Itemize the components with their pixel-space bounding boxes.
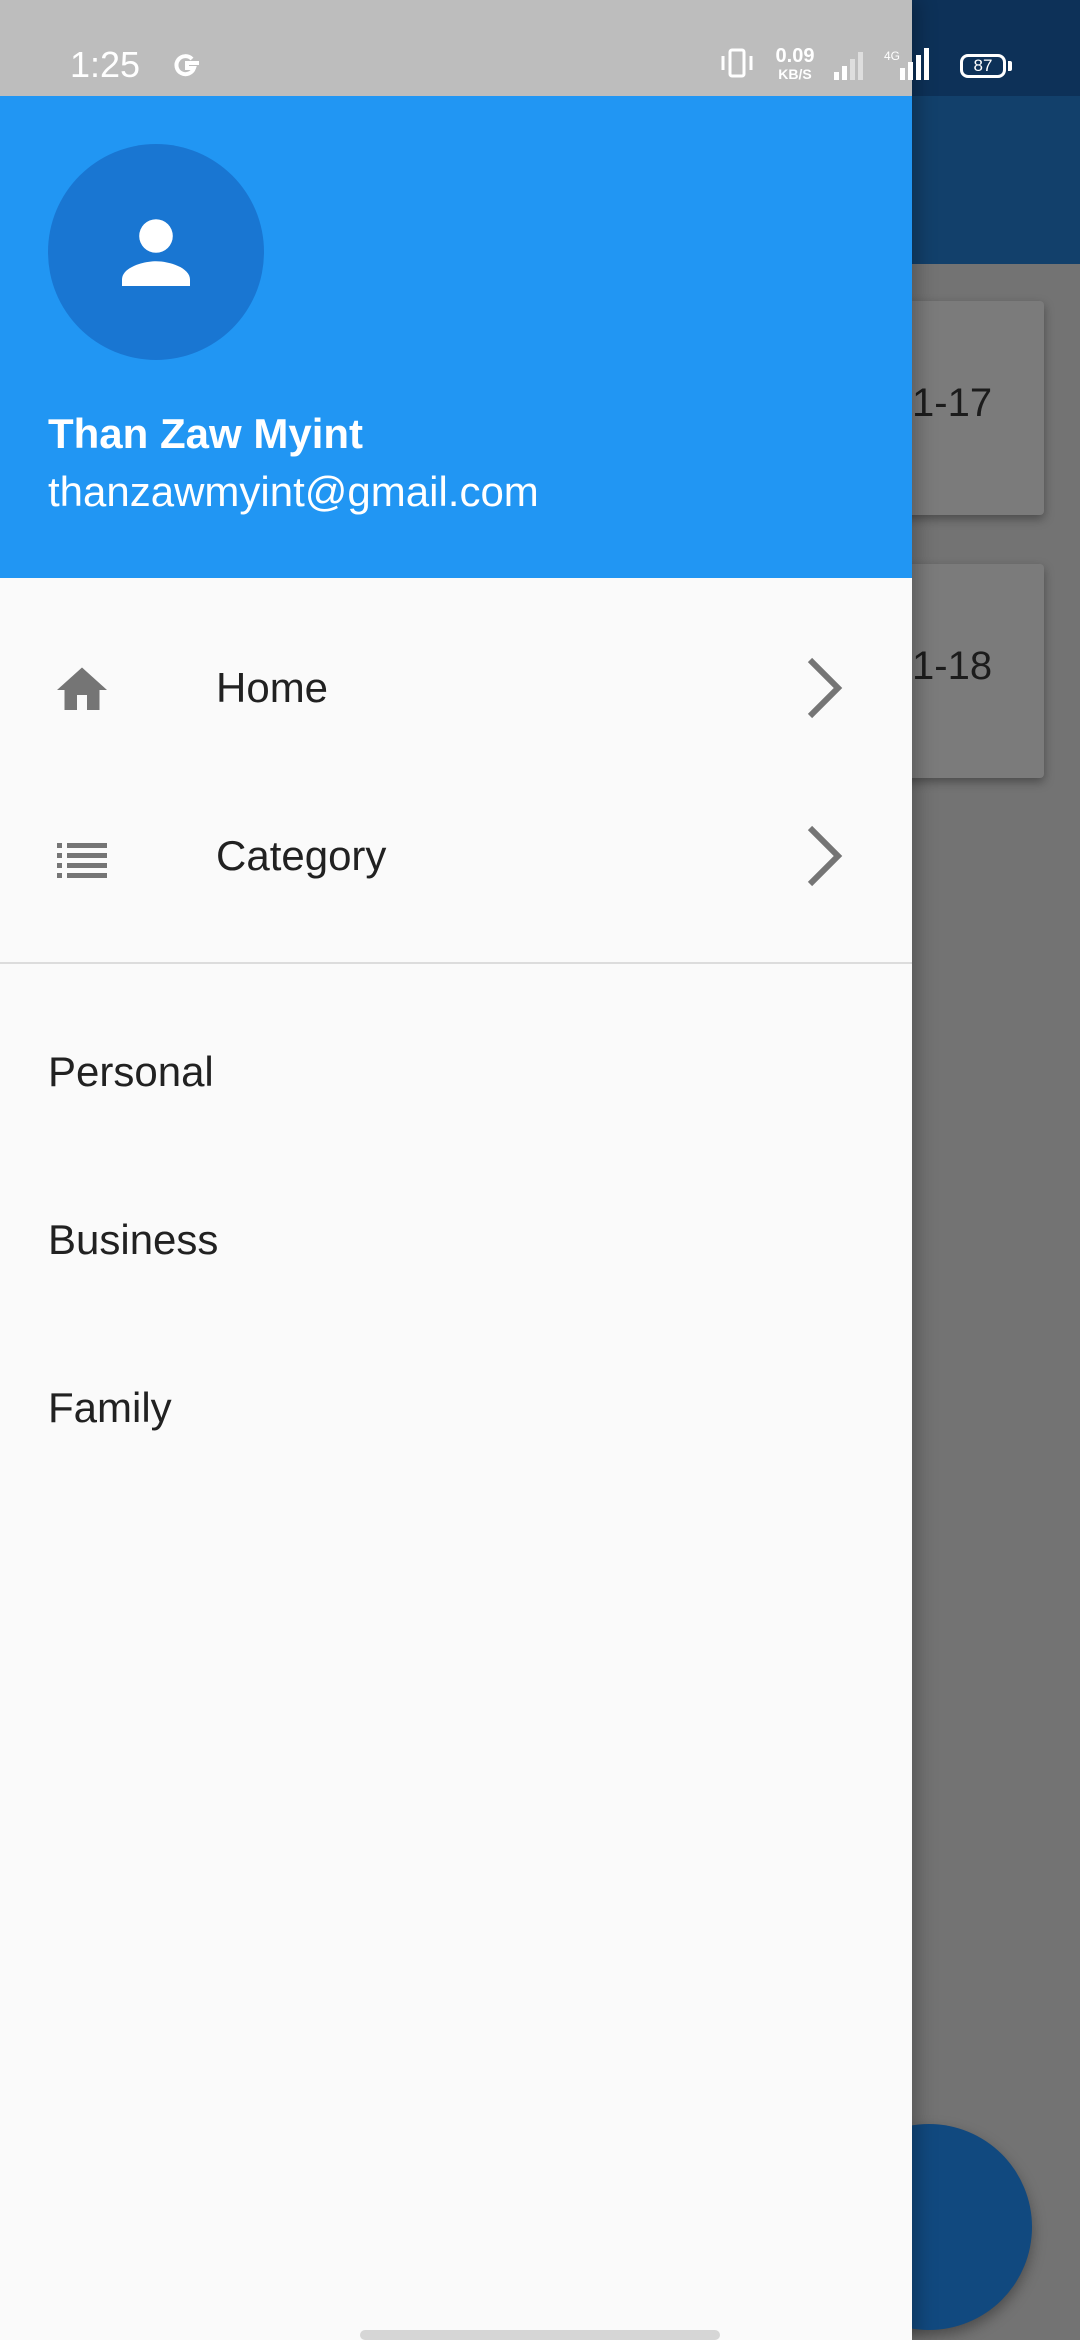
category-item-personal[interactable]: Personal: [48, 1048, 214, 1096]
category-item-family[interactable]: Family: [48, 1384, 172, 1432]
nav-item-label: Category: [216, 832, 387, 879]
signal-strength-icon: [834, 52, 863, 80]
category-item-business[interactable]: Business: [48, 1216, 218, 1264]
user-email: thanzawmyint@gmail.com: [48, 468, 539, 515]
background-card-date: 1-18: [912, 644, 993, 688]
battery-level: 87: [973, 56, 993, 75]
background-card-date: 1-17: [912, 381, 993, 425]
svg-text:4G: 4G: [884, 49, 900, 63]
status-time: 1:25: [70, 44, 141, 85]
battery-icon: 87: [960, 54, 1006, 78]
battery-tip: [1008, 61, 1012, 71]
drawer-header: Than Zaw Myint thanzawmyint@gmail.com: [0, 96, 912, 578]
signal-4g-icon: 4G: [884, 48, 929, 80]
vibrate-icon: [721, 48, 753, 78]
google-g-icon: [174, 54, 199, 77]
navigation-drawer: 1:25 Than Zaw Myint thanzawmyint@gmail.c…: [0, 0, 912, 2340]
home-icon: [57, 667, 107, 710]
person-icon: [122, 219, 190, 286]
divider: [0, 962, 912, 964]
list-icon: [57, 843, 107, 878]
nav-item-home[interactable]: Home: [0, 604, 912, 772]
chevron-right-icon: [807, 657, 843, 719]
user-name: Than Zaw Myint: [48, 410, 363, 457]
network-speed: 0.09 KB/S: [775, 45, 815, 82]
avatar[interactable]: [48, 144, 264, 360]
home-indicator[interactable]: [360, 2330, 720, 2340]
nav-item-category[interactable]: Category: [0, 772, 912, 940]
chevron-right-icon: [807, 825, 843, 887]
nav-item-label: Home: [216, 664, 329, 711]
